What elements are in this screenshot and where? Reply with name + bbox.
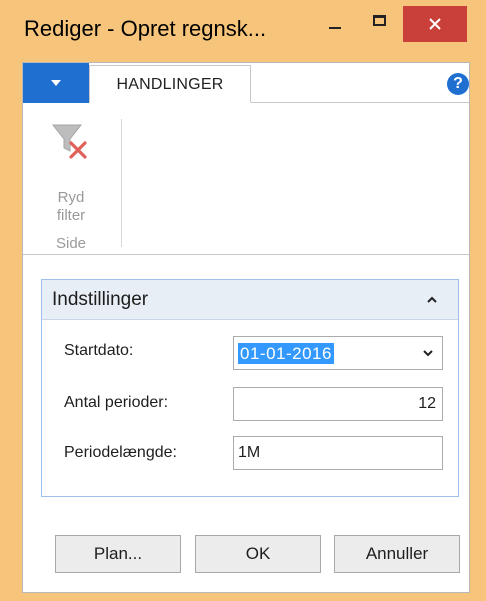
help-icon[interactable]: ? [447,73,469,95]
period-length-field[interactable]: 1M [233,436,443,470]
maximize-button[interactable] [363,8,397,36]
title-bar[interactable]: Rediger - Opret regnsk... [0,0,486,62]
clear-filter-icon [51,124,87,159]
clear-filter-label-line1: Ryd [57,189,85,206]
cancel-button[interactable]: Annuller [334,535,460,573]
fasttab-header[interactable]: Indstillinger [42,280,458,320]
dialog-window: Rediger - Opret regnsk... HANDLINGER ? R… [0,0,486,601]
startdate-value: 01-01-2016 [238,343,334,364]
chevron-down-icon[interactable] [422,349,434,358]
chevron-down-icon [51,80,61,86]
chevron-up-icon[interactable] [426,295,438,305]
ribbon-group-label: Side [55,235,87,252]
periods-label: Antal perioder: [64,394,169,411]
close-icon [429,18,441,30]
clear-filter-button[interactable]: Ryd filter [41,113,101,225]
periods-value: 12 [418,395,436,412]
window-title: Rediger - Opret regnsk... [24,16,267,41]
periods-field[interactable]: 12 [233,387,443,421]
fasttab-title: Indstillinger [52,289,149,310]
clear-filter-label: Ryd filter [41,189,101,225]
period-length-label: Periodelængde: [64,444,177,461]
minimize-icon [329,27,341,29]
clear-filter-label-line2: filter [56,207,86,224]
ok-button[interactable]: OK [195,535,321,573]
close-button[interactable] [403,6,467,42]
period-length-value: 1M [238,444,261,461]
startdate-field[interactable]: 01-01-2016 [233,336,443,370]
ribbon-body: Ryd filter Side [23,103,469,255]
ribbon-menu-button[interactable] [23,63,89,103]
dialog-client-area: HANDLINGER ? Ryd filter Side Indstilling… [22,62,470,593]
startdate-label: Startdato: [64,342,134,359]
maximize-icon [373,15,386,26]
ribbon-tab-strip: HANDLINGER ? [23,63,469,103]
ribbon-group-divider [121,119,122,247]
plan-button[interactable]: Plan... [55,535,181,573]
settings-fasttab: Indstillinger Startdato: 01-01-2016 Anta… [41,279,459,497]
minimize-button[interactable] [318,8,352,36]
tab-handlinger[interactable]: HANDLINGER [89,65,251,103]
